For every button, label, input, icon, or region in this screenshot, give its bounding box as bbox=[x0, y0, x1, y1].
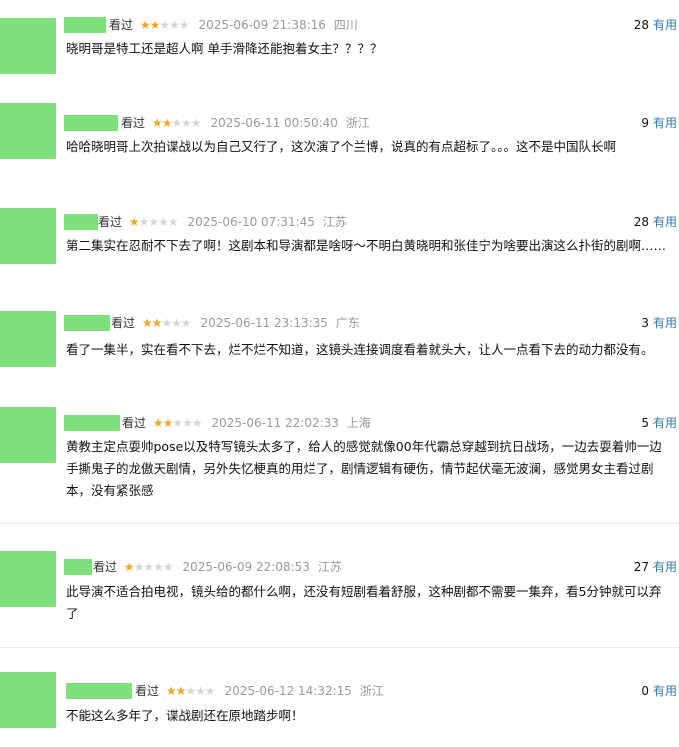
review-time: 2025-06-12 14:32:15 bbox=[224, 684, 352, 698]
star-empty-icon: ★★★ bbox=[161, 316, 191, 330]
avatar[interactable] bbox=[0, 18, 56, 74]
review-location: 浙江 bbox=[345, 116, 370, 130]
review-location: 四川 bbox=[333, 18, 358, 32]
useful-vote[interactable]: 27 有用 bbox=[634, 558, 677, 576]
username-redacted[interactable] bbox=[64, 315, 110, 331]
review-location: 江苏 bbox=[322, 215, 347, 229]
review-text: 黄教主定点耍帅pose以及特写镜头太多了，给人的感觉就像00年代霸总穿越到抗日战… bbox=[66, 439, 662, 498]
watched-label: 看过 bbox=[111, 316, 136, 330]
review-list: 看过 ★★★★★ 2025-06-09 21:38:16 四川 28 有用 晓明哥… bbox=[0, 0, 679, 747]
divider bbox=[0, 523, 679, 524]
review-meta: 看过 ★★★★★ 2025-06-11 23:13:35 广东 bbox=[111, 314, 360, 332]
rating-stars: ★★★★★ bbox=[151, 114, 202, 132]
review-location: 上海 bbox=[346, 416, 371, 430]
review-text: 此导演不适合拍电视，镜头给的都什么啊，还没有短剧看着舒服，这种剧都不需要一集弃，… bbox=[66, 584, 662, 621]
useful-count: 9 bbox=[641, 116, 649, 130]
review-time: 2025-06-11 23:13:35 bbox=[200, 316, 328, 330]
review-location: 广东 bbox=[335, 316, 360, 330]
avatar[interactable] bbox=[0, 208, 56, 264]
review-time: 2025-06-09 22:08:53 bbox=[182, 560, 310, 574]
avatar[interactable] bbox=[0, 551, 56, 607]
avatar[interactable] bbox=[0, 672, 56, 728]
star-empty-icon: ★★★ bbox=[171, 116, 201, 130]
useful-vote[interactable]: 28 有用 bbox=[634, 213, 677, 231]
useful-button[interactable]: 有用 bbox=[653, 560, 677, 574]
useful-vote[interactable]: 5 有用 bbox=[641, 414, 677, 432]
review-text: 不能这么多年了，谍战剧还在原地踏步啊！ bbox=[66, 708, 304, 723]
star-empty-icon: ★★★★ bbox=[133, 560, 174, 574]
useful-button[interactable]: 有用 bbox=[653, 215, 677, 229]
useful-count: 28 bbox=[633, 18, 649, 32]
useful-vote[interactable]: 28 有用 bbox=[634, 16, 677, 34]
useful-vote[interactable]: 9 有用 bbox=[641, 114, 677, 132]
rating-stars: ★★★★★ bbox=[128, 213, 179, 231]
username-redacted[interactable] bbox=[64, 17, 106, 33]
username-redacted[interactable] bbox=[64, 115, 118, 131]
review-meta: 看过 ★★★★★ 2025-06-10 07:31:45 江苏 bbox=[98, 213, 347, 231]
star-empty-icon: ★★★ bbox=[159, 18, 189, 32]
watched-label: 看过 bbox=[121, 116, 146, 130]
useful-count: 27 bbox=[633, 560, 649, 574]
watched-label: 看过 bbox=[109, 18, 134, 32]
star-filled-icon: ★★ bbox=[141, 316, 162, 330]
avatar[interactable] bbox=[0, 311, 56, 367]
review-text: 哈哈晓明哥上次拍谍战以为自己又行了，这次演了个兰博，说真的有点超标了。。。这不是… bbox=[66, 139, 617, 154]
divider bbox=[0, 647, 679, 648]
watched-label: 看过 bbox=[122, 416, 147, 430]
review-meta: 看过 ★★★★★ 2025-06-09 22:08:53 江苏 bbox=[93, 558, 342, 576]
useful-count: 5 bbox=[641, 416, 649, 430]
useful-count: 3 bbox=[641, 316, 649, 330]
star-filled-icon: ★★ bbox=[165, 684, 186, 698]
username-redacted[interactable] bbox=[64, 415, 120, 431]
review-meta: 看过 ★★★★★ 2025-06-09 21:38:16 四川 bbox=[109, 16, 358, 34]
useful-vote[interactable]: 0 有用 bbox=[641, 682, 677, 700]
username-redacted[interactable] bbox=[64, 559, 92, 575]
star-filled-icon: ★ bbox=[128, 215, 140, 229]
review-meta: 看过 ★★★★★ 2025-06-12 14:32:15 浙江 bbox=[135, 682, 384, 700]
useful-button[interactable]: 有用 bbox=[653, 116, 677, 130]
star-filled-icon: ★★ bbox=[139, 18, 160, 32]
review-time: 2025-06-10 07:31:45 bbox=[187, 215, 315, 229]
watched-label: 看过 bbox=[93, 560, 118, 574]
avatar[interactable] bbox=[0, 407, 56, 463]
star-empty-icon: ★★★ bbox=[185, 684, 215, 698]
rating-stars: ★★★★★ bbox=[152, 414, 203, 432]
review-meta: 看过 ★★★★★ 2025-06-11 22:02:33 上海 bbox=[122, 414, 371, 432]
watched-label: 看过 bbox=[98, 215, 123, 229]
avatar[interactable] bbox=[0, 103, 56, 159]
rating-stars: ★★★★★ bbox=[165, 682, 216, 700]
review-text: 第二集实在忍耐不下去了啊！这剧本和导演都是啥呀～不明白黄晓明和张佳宁为啥要出演这… bbox=[66, 238, 667, 253]
useful-count: 0 bbox=[641, 684, 649, 698]
useful-vote[interactable]: 3 有用 bbox=[641, 314, 677, 332]
review-location: 江苏 bbox=[317, 560, 342, 574]
star-empty-icon: ★★★★ bbox=[138, 215, 179, 229]
star-filled-icon: ★★ bbox=[152, 416, 173, 430]
useful-count: 28 bbox=[633, 215, 649, 229]
review-location: 浙江 bbox=[359, 684, 384, 698]
useful-button[interactable]: 有用 bbox=[653, 316, 677, 330]
watched-label: 看过 bbox=[135, 684, 160, 698]
username-redacted[interactable] bbox=[66, 683, 132, 699]
star-filled-icon: ★ bbox=[123, 560, 135, 574]
review-time: 2025-06-11 00:50:40 bbox=[210, 116, 338, 130]
star-filled-icon: ★★ bbox=[151, 116, 172, 130]
review-text: 晓明哥是特工还是超人啊 单手滑降还能抱着女主？？？？ bbox=[66, 41, 383, 56]
rating-stars: ★★★★★ bbox=[141, 314, 192, 332]
star-empty-icon: ★★★ bbox=[172, 416, 202, 430]
review-time: 2025-06-11 22:02:33 bbox=[211, 416, 339, 430]
useful-button[interactable]: 有用 bbox=[653, 416, 677, 430]
review-time: 2025-06-09 21:38:16 bbox=[198, 18, 326, 32]
useful-button[interactable]: 有用 bbox=[653, 18, 677, 32]
rating-stars: ★★★★★ bbox=[139, 16, 190, 34]
useful-button[interactable]: 有用 bbox=[653, 684, 677, 698]
username-redacted[interactable] bbox=[64, 214, 98, 230]
review-meta: 看过 ★★★★★ 2025-06-11 00:50:40 浙江 bbox=[121, 114, 370, 132]
review-text: 看了一集半，实在看不下去，烂不烂不知道，这镜头连接调度看着就头大，让人一点看下去… bbox=[66, 342, 654, 357]
rating-stars: ★★★★★ bbox=[123, 558, 174, 576]
